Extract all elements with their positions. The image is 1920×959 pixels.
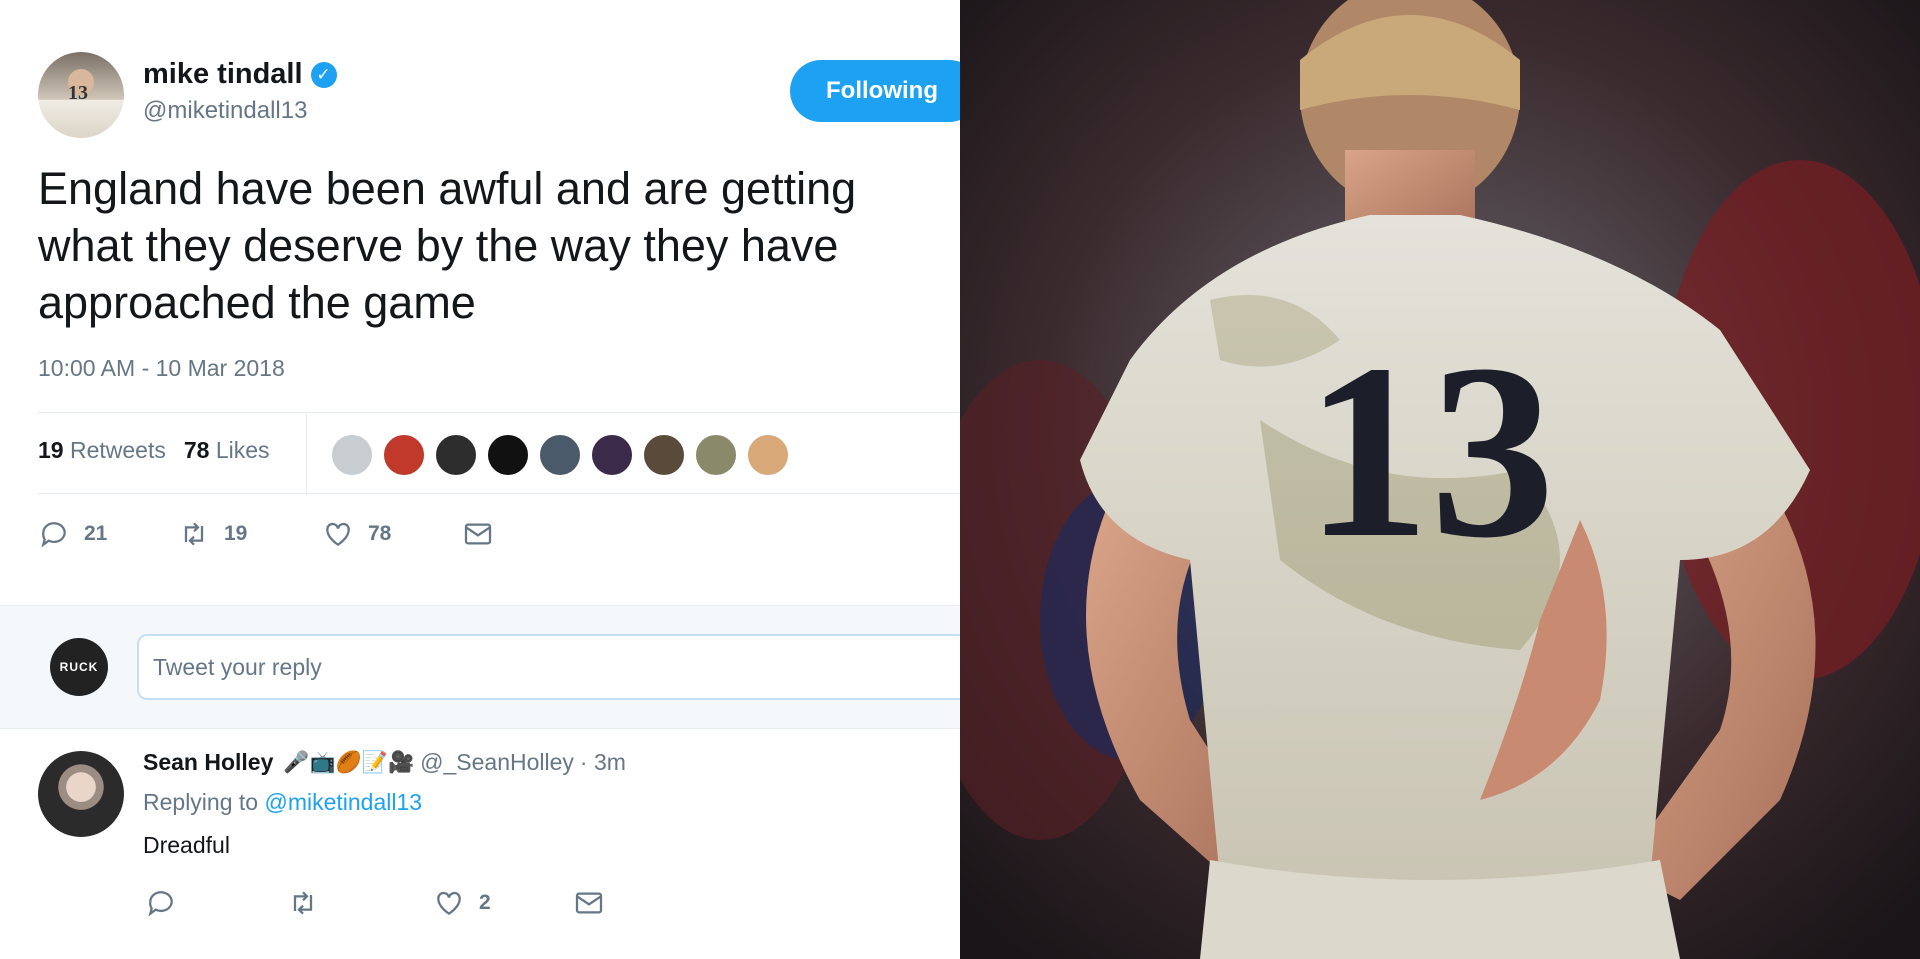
envelope-icon xyxy=(575,892,603,914)
liker-avatars xyxy=(330,433,790,477)
reply-like-action[interactable]: 2 xyxy=(433,887,573,919)
liker-avatar[interactable] xyxy=(434,433,478,477)
author-handle[interactable]: @miketindall13 xyxy=(143,97,337,125)
heart-icon xyxy=(437,891,461,916)
jersey-number: 13 xyxy=(1305,313,1555,590)
liker-avatar[interactable] xyxy=(382,433,426,477)
reply-dm-action[interactable] xyxy=(573,887,605,919)
reply-time[interactable]: · 3m xyxy=(580,749,626,776)
likes-stat[interactable]: 78 Likes xyxy=(184,437,270,464)
reply-header: Sean Holley 🎤📺🏉📝🎥 @_SeanHolley · 3m xyxy=(143,749,626,776)
reply-actions: 2 xyxy=(145,887,605,919)
reply-author-handle[interactable]: @_SeanHolley xyxy=(420,749,574,776)
liker-avatar[interactable] xyxy=(330,433,374,477)
rugby-player-photo: 13 xyxy=(960,0,1920,959)
like-action[interactable]: 78 xyxy=(322,518,462,550)
reply-retweet-action[interactable] xyxy=(287,887,433,919)
player-illustration: 13 xyxy=(960,0,1920,959)
liker-avatar[interactable] xyxy=(538,433,582,477)
direct-message-action[interactable] xyxy=(462,518,494,550)
tweet-text: England have been awful and are getting … xyxy=(38,163,857,328)
engagement-stats: 19 Retweets 78 Likes xyxy=(38,412,960,495)
liker-avatar[interactable] xyxy=(486,433,530,477)
reply-count: 21 xyxy=(84,522,108,545)
stats-counts: 19 Retweets 78 Likes xyxy=(38,437,270,464)
avatar-jersey-number: 13 xyxy=(68,82,88,104)
tweet-panel: 13 mike tindall ✓ @miketindall13 Followi… xyxy=(0,0,960,959)
retweets-stat-count: 19 xyxy=(38,437,64,463)
reply-text: Dreadful xyxy=(143,832,230,858)
reply-action[interactable]: 21 xyxy=(38,518,178,550)
likes-stat-label: Likes xyxy=(215,437,270,463)
reply-author-avatar[interactable] xyxy=(38,751,124,837)
replying-to-line: Replying to @miketindall13 xyxy=(143,789,422,816)
retweet-icon xyxy=(293,891,313,915)
retweets-stat[interactable]: 19 Retweets xyxy=(38,437,166,464)
liker-avatar[interactable] xyxy=(746,433,790,477)
tweet-actions: 21 19 78 xyxy=(38,518,494,550)
like-count: 78 xyxy=(368,522,392,545)
reply-tweet[interactable]: Sean Holley 🎤📺🏉📝🎥 @_SeanHolley · 3m Repl… xyxy=(0,729,960,959)
reply-author-emojis: 🎤📺🏉📝🎥 xyxy=(283,750,415,774)
replying-to-mention[interactable]: @miketindall13 xyxy=(264,789,422,815)
replying-to-prefix: Replying to xyxy=(143,789,259,815)
reply-composer: RUCK xyxy=(0,605,960,729)
tweet-reply-input[interactable] xyxy=(137,634,960,700)
stats-divider xyxy=(306,413,307,495)
reply-reply-action[interactable] xyxy=(145,887,287,919)
envelope-icon xyxy=(464,523,492,545)
reply-author-name[interactable]: Sean Holley xyxy=(143,749,273,776)
reply-like-count: 2 xyxy=(479,891,491,914)
retweet-action[interactable]: 19 xyxy=(178,518,322,550)
heart-icon xyxy=(326,522,350,547)
tweet-timestamp[interactable]: 10:00 AM - 10 Mar 2018 xyxy=(38,355,285,382)
following-button[interactable]: Following xyxy=(790,60,960,122)
composite-image: 13 mike tindall ✓ @miketindall13 Followi… xyxy=(0,0,1920,959)
author-name-row[interactable]: mike tindall ✓ xyxy=(143,58,337,91)
retweet-count: 19 xyxy=(224,522,248,545)
author-avatar[interactable]: 13 xyxy=(38,52,124,138)
liker-avatar[interactable] xyxy=(642,433,686,477)
author-name[interactable]: mike tindall xyxy=(143,58,303,91)
verified-badge-icon: ✓ xyxy=(310,61,337,88)
retweet-icon xyxy=(184,522,204,546)
composer-avatar[interactable]: RUCK xyxy=(50,638,108,696)
likes-stat-count: 78 xyxy=(183,437,210,463)
reply-icon xyxy=(41,522,66,548)
liker-avatar[interactable] xyxy=(590,433,634,477)
retweets-stat-label: Retweets xyxy=(69,437,166,463)
liker-avatar[interactable] xyxy=(694,433,738,477)
reply-icon xyxy=(148,891,173,917)
author-info: mike tindall ✓ @miketindall13 xyxy=(143,58,337,125)
